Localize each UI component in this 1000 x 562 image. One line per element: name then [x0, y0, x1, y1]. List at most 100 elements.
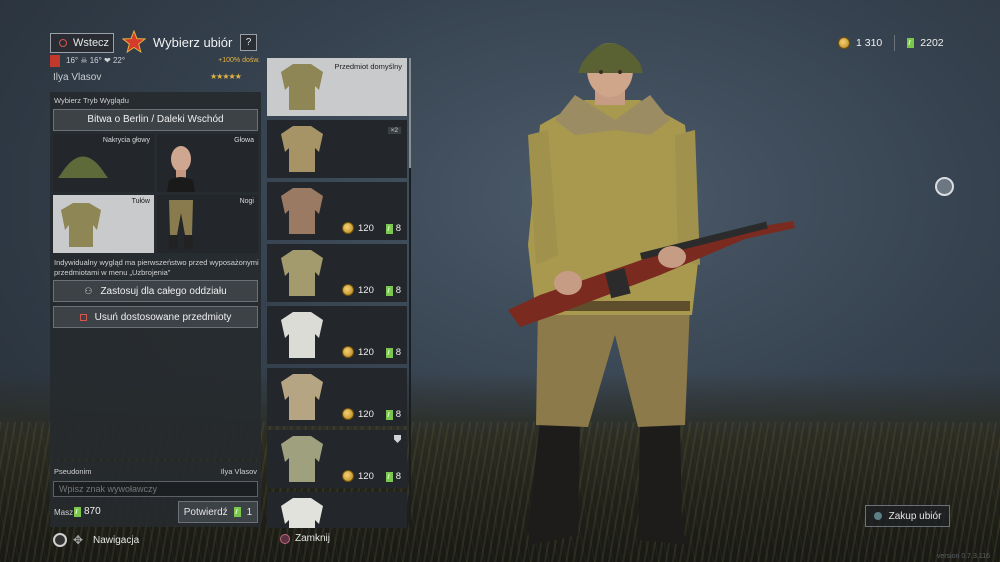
confirm-label: Potwierdź	[183, 506, 228, 518]
mode-label: Wybierz Tryb Wyglądu	[54, 96, 129, 105]
tunic-icon	[281, 436, 323, 482]
list-item[interactable]: 120 8	[267, 306, 407, 364]
appearance-mode-button[interactable]: Bitwa o Berlin / Daleki Wschód	[53, 109, 258, 131]
order-icon	[385, 347, 393, 358]
gold-price-value: 120	[358, 470, 374, 482]
footer-close[interactable]: Zamknij	[280, 533, 330, 544]
slot-label: Nakrycia głowy	[102, 137, 150, 144]
divider	[894, 35, 896, 51]
circle-button-icon	[59, 39, 67, 47]
tunic-icon	[281, 312, 323, 358]
order-price-value: 8	[395, 409, 401, 420]
back-label: Wstecz	[73, 37, 110, 49]
have-label: Masz	[54, 508, 74, 517]
gold-price-value: 120	[358, 222, 374, 234]
close-label: Zamknij	[295, 533, 331, 544]
appearance-note: Indywidualny wygląd ma pierwszeństwo prz…	[54, 258, 259, 277]
slot-head[interactable]: Głowa	[157, 134, 258, 192]
order-price: 8	[385, 347, 401, 358]
order-price-value: 8	[395, 285, 401, 296]
slot-legs[interactable]: Nogi	[157, 195, 258, 253]
gold-coin-icon	[342, 346, 354, 358]
version-text: version 0.7.3.116	[936, 553, 990, 560]
callsign-input[interactable]	[53, 481, 258, 497]
order-price: 8	[385, 409, 401, 420]
navigation-label: Nawigacja	[93, 534, 140, 546]
gold-coin-icon	[342, 470, 354, 482]
flag-icon	[50, 55, 60, 67]
confirm-button[interactable]: Potwierdź 1	[178, 501, 258, 523]
remove-custom-button[interactable]: Usuń dostosowane przedmioty	[53, 306, 258, 328]
count-badge: ×2	[387, 127, 401, 134]
buy-outfit-button[interactable]: Zakup ubiór	[865, 505, 950, 527]
red-star-icon	[122, 30, 146, 54]
list-item[interactable]: 120 8	[267, 182, 407, 240]
page-title: Wybierz ubiór	[153, 35, 233, 50]
dpad-icon: ✥	[73, 533, 84, 547]
list-item[interactable]	[267, 492, 407, 528]
order-price: 8	[385, 223, 401, 234]
gold-price-value: 120	[358, 346, 374, 358]
soldier-stats: 16° ☠ 16° ❤ 22° +100% dośw.	[50, 55, 260, 69]
list-item[interactable]: 120 8	[267, 244, 407, 302]
header: Wstecz Wybierz ubiór ?	[50, 30, 260, 54]
item-list-scrollbar[interactable]	[409, 58, 411, 528]
list-item[interactable]: Przedmiot domyślny	[267, 58, 407, 116]
gold-coin-icon	[342, 284, 354, 296]
tunic-icon	[281, 64, 323, 110]
order-icon	[907, 38, 915, 48]
list-item[interactable]: 120 8	[267, 430, 407, 488]
slot-label: Nogi	[239, 198, 254, 205]
currency-display: 1 310 2202	[838, 35, 944, 51]
slot-label: Głowa	[234, 137, 254, 144]
buy-outfit-label: Zakup ubiór	[888, 510, 942, 522]
tunic-icon	[281, 250, 323, 296]
tunic-icon	[281, 498, 323, 528]
stats-values: 16° ☠ 16° ❤ 22°	[66, 56, 126, 65]
gold-price: 120	[342, 284, 374, 296]
soldier-preview	[508, 43, 795, 545]
appearance-panel: Wybierz Tryb Wyglądu Bitwa o Berlin / Da…	[50, 92, 261, 460]
tunic-icon	[281, 188, 323, 234]
cursor-icon	[935, 177, 954, 196]
scroll-thumb[interactable]	[409, 58, 411, 168]
order-icon	[385, 285, 393, 296]
apply-squad-button[interactable]: ⚇ Zastosuj dla całego oddziału	[53, 280, 258, 302]
back-button[interactable]: Wstecz	[50, 33, 114, 53]
gold-coin-icon	[838, 37, 850, 49]
order-icon	[385, 223, 393, 234]
xp-bonus: +100% dośw.	[218, 57, 260, 64]
item-label: Przedmiot domyślny	[334, 62, 402, 71]
gold-price-value: 120	[358, 284, 374, 296]
nickname-label: Pseudonim	[54, 467, 92, 476]
confirm-cost: 1	[246, 506, 253, 518]
order-price: 8	[385, 471, 401, 482]
circle-button-icon	[280, 533, 290, 544]
nickname-panel: Pseudonim Ilya Vlasov Masz 870 Potwierdź…	[50, 461, 261, 527]
list-item[interactable]: ×2	[267, 120, 407, 178]
apply-squad-label: Zastosuj dla całego oddziału	[100, 285, 227, 297]
gold-price: 120	[342, 470, 374, 482]
order-icon	[385, 471, 393, 482]
outfit-item-list: Przedmiot domyślny ×2 120 8 120 8 120 8 …	[267, 58, 409, 528]
gold-coin-icon	[342, 408, 354, 420]
nickname-current: Ilya Vlasov	[220, 467, 257, 476]
list-item[interactable]: 120 8	[267, 368, 407, 426]
slot-headgear[interactable]: Nakrycia głowy	[53, 134, 154, 192]
squad-icon: ⚇	[84, 285, 93, 296]
help-button[interactable]: ?	[240, 34, 257, 51]
order-price: 8	[385, 285, 401, 296]
left-stick-icon	[53, 533, 67, 547]
order-price-value: 8	[395, 223, 401, 234]
rating-stars: ★★★★★	[210, 72, 242, 81]
tunic-icon	[281, 126, 323, 172]
order-balance-value: 870	[84, 506, 101, 517]
soldier-name: Ilya Vlasov	[53, 72, 102, 83]
gold-price: 120	[342, 346, 374, 358]
gold-coin-icon	[342, 222, 354, 234]
order-icon	[74, 506, 81, 517]
gold-price: 120	[342, 222, 374, 234]
slot-torso[interactable]: Tułów	[53, 195, 154, 253]
gold-price: 120	[342, 408, 374, 420]
remove-custom-label: Usuń dostosowane przedmioty	[94, 311, 232, 323]
